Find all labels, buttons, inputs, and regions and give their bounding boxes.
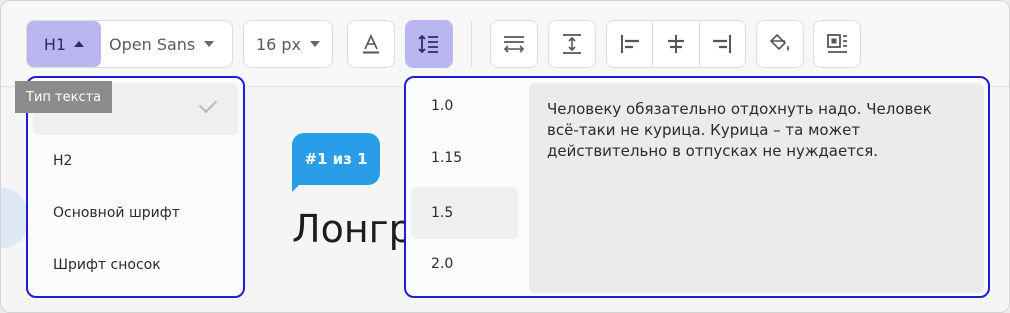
- text-type-button[interactable]: H1: [27, 21, 101, 67]
- comment-badge-tail: [292, 183, 301, 192]
- align-right-button[interactable]: [700, 21, 745, 67]
- font-size-label: 16 px: [255, 34, 302, 54]
- menu-item-body-font[interactable]: Основной шрифт: [33, 187, 238, 239]
- comment-badge[interactable]: #1 из 1: [292, 133, 380, 185]
- text-style-group: H1 Open Sans: [26, 20, 233, 68]
- letter-spacing-button[interactable]: [490, 20, 538, 68]
- menu-item-label: H2: [53, 153, 73, 169]
- editor-window: H1 Open Sans 16 px #1 из 1 Лонгрид H2 Ос…: [0, 0, 1010, 313]
- text-color-button[interactable]: [347, 20, 395, 68]
- tooltip: Тип текста: [15, 81, 112, 113]
- text-type-label: H1: [43, 34, 67, 54]
- letter-spacing-icon: [491, 21, 537, 67]
- font-family-select[interactable]: Open Sans: [101, 21, 232, 67]
- image-layout-button[interactable]: [813, 20, 861, 68]
- spacing-option-label: 1.0: [431, 98, 454, 114]
- spacing-option-label: 1.15: [431, 150, 463, 166]
- paragraph-spacing-button[interactable]: [548, 20, 596, 68]
- line-spacing-button[interactable]: [405, 20, 453, 68]
- line-spacing-dropdown: 1.0 1.15 1.5 2.0 Человеку обязательно от…: [404, 76, 990, 298]
- align-left-icon: [620, 35, 639, 53]
- font-size-select[interactable]: 16 px: [243, 20, 333, 68]
- text-color-icon: [348, 21, 394, 67]
- spacing-option-1-0[interactable]: 1.0: [411, 80, 518, 132]
- fill-color-button[interactable]: [756, 20, 804, 68]
- chevron-down-icon: [204, 41, 215, 47]
- font-size-button[interactable]: 16 px: [244, 21, 332, 67]
- align-center-button[interactable]: [653, 21, 698, 67]
- spacing-option-1-15[interactable]: 1.15: [411, 132, 518, 184]
- caret-up-icon: [74, 41, 85, 47]
- menu-item-label: Основной шрифт: [53, 205, 180, 221]
- image-layout-icon: [814, 21, 860, 67]
- spacing-option-2-0[interactable]: 2.0: [411, 238, 518, 290]
- align-center-icon: [668, 35, 684, 53]
- menu-item-label: Шрифт сносок: [53, 257, 161, 273]
- spacing-option-label: 2.0: [431, 256, 454, 272]
- align-right-icon: [713, 35, 732, 53]
- paint-bucket-icon: [757, 21, 803, 67]
- chevron-down-icon: [310, 41, 321, 47]
- menu-item-h2[interactable]: H2: [33, 135, 238, 187]
- avatar: [1, 188, 27, 248]
- font-family-label: Open Sans: [109, 34, 196, 54]
- checkmark-icon: [198, 94, 218, 114]
- spacing-preview: Человеку обязательно отдохнуть надо. Чел…: [529, 83, 984, 293]
- line-spacing-icon: [406, 21, 452, 67]
- align-left-button[interactable]: [607, 21, 652, 67]
- toolbar: H1 Open Sans 16 px: [1, 1, 1009, 87]
- spacing-option-label: 1.5: [431, 205, 454, 221]
- paragraph-spacing-icon: [549, 21, 595, 67]
- spacing-option-1-5[interactable]: 1.5: [411, 187, 518, 239]
- toolbar-divider: [471, 20, 472, 68]
- align-group: [606, 20, 746, 68]
- menu-item-footnote-font[interactable]: Шрифт сносок: [33, 239, 238, 291]
